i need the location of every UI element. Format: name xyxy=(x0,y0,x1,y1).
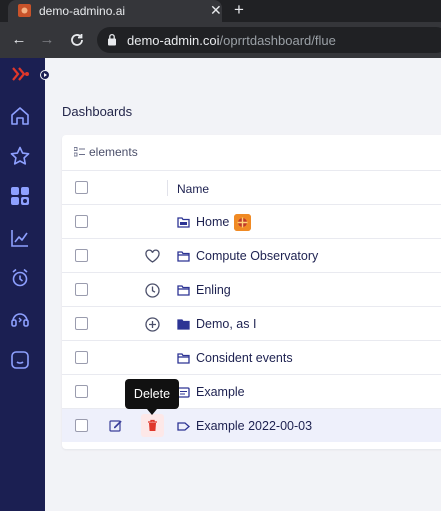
name-column-header[interactable]: Name xyxy=(177,182,209,196)
support-icon[interactable] xyxy=(9,309,31,331)
tab-title: demo-admino.ai xyxy=(39,4,126,18)
table-row-hovered[interactable]: Example 2022-00-03 xyxy=(62,408,441,442)
table-row[interactable]: Demo, as I xyxy=(62,306,441,340)
star-icon[interactable] xyxy=(9,145,31,167)
row-checkbox[interactable] xyxy=(75,249,88,262)
tab-close-icon[interactable]: ✕ xyxy=(210,2,222,18)
alarm-icon[interactable] xyxy=(9,267,31,289)
folder-icon xyxy=(177,318,190,330)
clock-icon[interactable] xyxy=(144,282,161,299)
page-title: Dashboards xyxy=(62,104,133,119)
url-host: demo-admin.coi xyxy=(127,33,220,48)
tag-icon xyxy=(177,421,190,431)
folder-icon xyxy=(177,250,190,262)
row-label: Compute Observatory xyxy=(196,249,319,263)
forward-icon[interactable]: → xyxy=(38,31,56,49)
select-all-checkbox[interactable] xyxy=(75,181,88,194)
card-header-label: elements xyxy=(89,145,138,159)
heart-icon[interactable] xyxy=(144,248,161,265)
collapse-sidebar-icon[interactable] xyxy=(40,70,50,80)
column-divider xyxy=(167,180,168,196)
row-label: Example 2022-00-03 xyxy=(196,419,313,433)
plus-circle-icon[interactable] xyxy=(144,316,161,333)
row-checkbox[interactable] xyxy=(75,419,88,432)
row-name[interactable]: Example xyxy=(177,375,245,409)
row-label: Example xyxy=(196,385,245,399)
edit-button[interactable] xyxy=(104,414,127,437)
folder-icon xyxy=(177,284,190,296)
home-icon[interactable] xyxy=(9,105,31,127)
reload-icon[interactable] xyxy=(68,31,86,49)
row-name[interactable]: Enling xyxy=(177,273,231,307)
row-checkbox[interactable] xyxy=(75,385,88,398)
dashboards-table-card: elements Name Home Compute Observatory E… xyxy=(62,135,441,449)
badge-icon xyxy=(234,213,252,231)
table-row[interactable]: Compute Observatory xyxy=(62,238,441,272)
row-checkbox[interactable] xyxy=(75,351,88,364)
row-checkbox[interactable] xyxy=(75,317,88,330)
url-text: demo-admin.coi/oprrtdashboard/flue xyxy=(127,33,336,48)
delete-button[interactable] xyxy=(141,414,164,437)
browser-tab-bar: demo-admino.ai ✕ + xyxy=(0,0,441,22)
table-row[interactable]: Home xyxy=(62,204,441,238)
row-checkbox[interactable] xyxy=(75,283,88,296)
row-checkbox[interactable] xyxy=(75,215,88,228)
new-tab-icon[interactable]: + xyxy=(234,0,244,20)
row-name[interactable]: Home xyxy=(177,205,252,239)
url-field[interactable]: demo-admin.coi/oprrtdashboard/flue xyxy=(97,27,441,53)
app-sidebar xyxy=(0,58,50,511)
dashboard-file-icon xyxy=(177,216,190,228)
row-name[interactable]: Example 2022-00-03 xyxy=(177,409,312,443)
browser-tab[interactable]: demo-admino.ai ✕ xyxy=(8,0,222,22)
row-name[interactable]: Demo, as I xyxy=(177,307,256,341)
row-label: Demo, as I xyxy=(196,317,257,331)
delete-tooltip: Delete xyxy=(125,379,179,415)
table-row[interactable]: Enling xyxy=(62,272,441,306)
lock-icon xyxy=(108,33,116,46)
favicon-icon xyxy=(18,4,31,17)
chat-icon[interactable] xyxy=(9,349,31,371)
table-header-row: Name xyxy=(62,170,441,204)
url-path: /oprrtdashboard/flue xyxy=(219,33,336,48)
row-label: Enling xyxy=(196,283,231,297)
chart-icon[interactable] xyxy=(9,227,31,249)
table-row[interactable]: Example xyxy=(62,374,441,408)
back-icon[interactable]: ← xyxy=(10,31,28,49)
row-name[interactable]: Compute Observatory xyxy=(177,239,318,273)
trash-icon xyxy=(148,419,157,431)
row-name[interactable]: Consident events xyxy=(177,341,293,375)
address-bar: ← → demo-admin.coi/oprrtdashboard/flue xyxy=(0,22,441,58)
row-label: Consident events xyxy=(196,351,293,365)
list-icon xyxy=(74,147,85,157)
folder-icon xyxy=(177,352,190,364)
table-row[interactable]: Consident events xyxy=(62,340,441,374)
dashboard-icon[interactable] xyxy=(9,185,31,207)
row-label: Home xyxy=(196,215,230,229)
card-header: elements xyxy=(74,145,138,159)
logo-icon[interactable] xyxy=(12,67,30,81)
edit-icon xyxy=(109,420,122,432)
